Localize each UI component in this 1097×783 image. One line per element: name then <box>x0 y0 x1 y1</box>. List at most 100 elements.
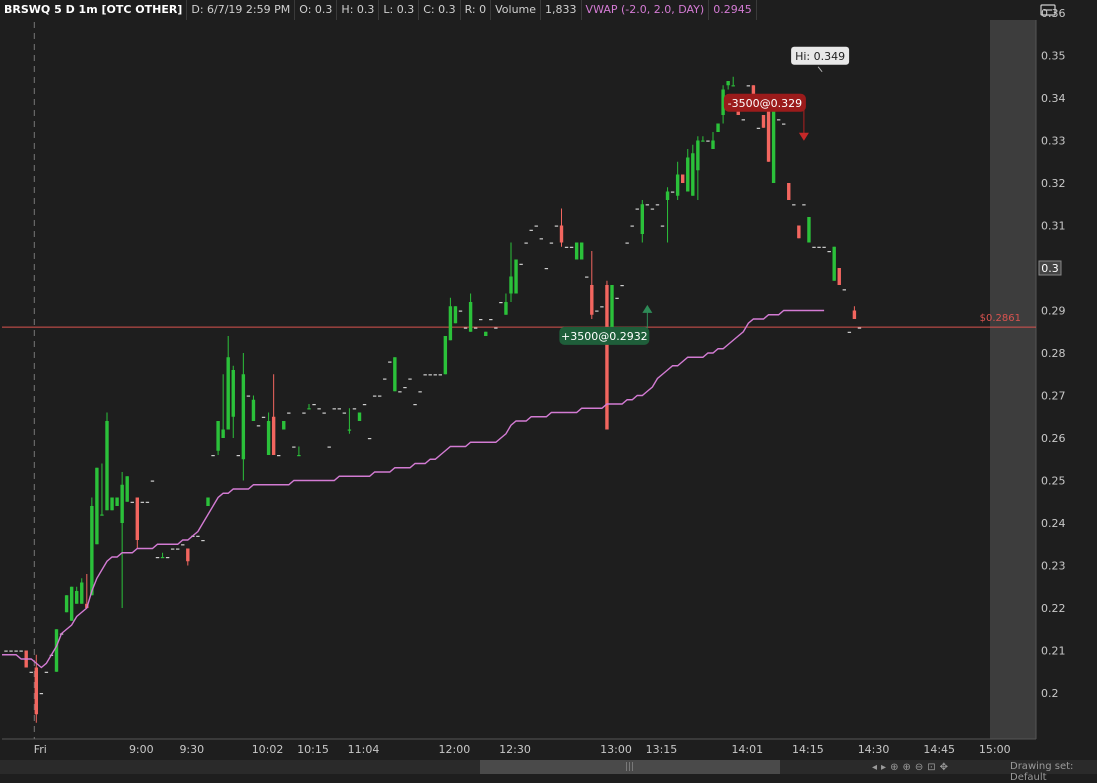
candle[interactable] <box>817 246 821 248</box>
candle[interactable] <box>797 225 801 239</box>
candle[interactable] <box>211 455 215 457</box>
candle[interactable] <box>650 208 655 210</box>
candle[interactable] <box>453 306 458 324</box>
candle[interactable] <box>150 480 155 482</box>
candle[interactable] <box>170 548 175 550</box>
candle[interactable] <box>605 280 609 430</box>
candle[interactable] <box>64 595 69 613</box>
candle[interactable] <box>196 535 200 537</box>
candle[interactable] <box>635 208 639 210</box>
candle[interactable] <box>600 306 604 308</box>
candle[interactable] <box>140 501 145 503</box>
candle[interactable] <box>630 225 634 227</box>
candle[interactable] <box>110 497 114 511</box>
candle[interactable] <box>625 242 629 244</box>
candle[interactable] <box>443 336 448 375</box>
candle[interactable] <box>292 446 296 448</box>
candle[interactable] <box>378 395 382 397</box>
plot-area[interactable] <box>2 20 990 739</box>
candle[interactable] <box>524 242 528 244</box>
candle[interactable] <box>181 544 185 546</box>
candle[interactable] <box>655 204 660 206</box>
candle[interactable] <box>337 408 341 410</box>
candle[interactable] <box>418 391 422 393</box>
candle[interactable] <box>741 119 745 121</box>
candle[interactable] <box>342 412 347 414</box>
candle[interactable] <box>261 416 266 418</box>
candle[interactable] <box>388 361 392 363</box>
candle[interactable] <box>544 268 549 270</box>
next-icon[interactable]: ▸ <box>881 762 886 773</box>
candle[interactable] <box>408 378 412 380</box>
candle[interactable] <box>9 650 13 652</box>
candle[interactable] <box>282 421 286 430</box>
candle[interactable] <box>201 540 205 542</box>
candle[interactable] <box>322 412 326 414</box>
candle[interactable] <box>585 276 589 278</box>
candle[interactable] <box>847 331 852 333</box>
candle[interactable] <box>792 204 796 206</box>
candle[interactable] <box>681 174 685 184</box>
candle[interactable] <box>352 408 357 410</box>
candle[interactable] <box>539 238 543 240</box>
price-chart[interactable]: $0.2861 0.2 0.21 0.22 0.23 0.24 0.25 0.26 0.27 0… <box>0 0 1097 760</box>
candle[interactable] <box>256 425 261 427</box>
candle[interactable] <box>165 557 170 559</box>
candle[interactable] <box>287 412 291 414</box>
candle[interactable] <box>837 268 841 285</box>
candle[interactable] <box>125 476 129 502</box>
candle[interactable] <box>787 183 791 200</box>
candle[interactable] <box>367 438 372 440</box>
candle[interactable] <box>413 404 417 406</box>
candle[interactable] <box>69 586 74 621</box>
candle[interactable] <box>812 246 816 248</box>
candle[interactable] <box>90 497 94 596</box>
candle[interactable] <box>4 650 8 652</box>
candle[interactable] <box>302 412 306 414</box>
candle[interactable] <box>580 242 584 260</box>
candle[interactable] <box>549 242 554 244</box>
candle[interactable] <box>155 557 160 559</box>
candle[interactable] <box>842 289 846 291</box>
candle[interactable] <box>473 327 478 329</box>
candle[interactable] <box>494 327 498 329</box>
candle[interactable] <box>519 263 523 265</box>
candle[interactable] <box>236 455 240 457</box>
candle[interactable] <box>554 225 559 227</box>
crosshair-icon[interactable]: ⊕ <box>890 762 898 773</box>
candle[interactable] <box>372 395 377 397</box>
candle[interactable] <box>428 374 432 376</box>
candle[interactable] <box>746 85 751 87</box>
candle[interactable] <box>327 446 331 448</box>
candle[interactable] <box>610 285 614 328</box>
candle[interactable] <box>782 123 786 125</box>
candle[interactable] <box>383 378 387 380</box>
candle[interactable] <box>206 497 210 507</box>
candle[interactable] <box>176 548 180 550</box>
candle[interactable] <box>438 374 442 376</box>
candle[interactable] <box>716 123 720 133</box>
candle[interactable] <box>403 387 407 389</box>
candle[interactable] <box>479 319 483 321</box>
candle[interactable] <box>44 671 49 673</box>
candle[interactable] <box>499 302 503 304</box>
candle[interactable] <box>29 671 33 673</box>
candle[interactable] <box>458 310 463 312</box>
candle[interactable] <box>484 331 488 336</box>
candle[interactable] <box>670 191 675 193</box>
candle[interactable] <box>857 327 862 329</box>
candle[interactable] <box>433 374 437 376</box>
candle[interactable] <box>19 650 23 652</box>
candle[interactable] <box>595 310 599 312</box>
candle[interactable] <box>312 404 316 406</box>
prev-icon[interactable]: ◂ <box>872 762 877 773</box>
candle[interactable] <box>534 225 538 227</box>
zoom-fit-icon[interactable]: ⊡ <box>927 762 935 773</box>
candle[interactable] <box>145 501 150 503</box>
candle[interactable] <box>615 297 619 299</box>
candle[interactable] <box>398 391 402 393</box>
candle[interactable] <box>95 467 99 545</box>
candle[interactable] <box>246 395 251 397</box>
candle[interactable] <box>277 455 281 457</box>
candle[interactable] <box>620 285 624 287</box>
